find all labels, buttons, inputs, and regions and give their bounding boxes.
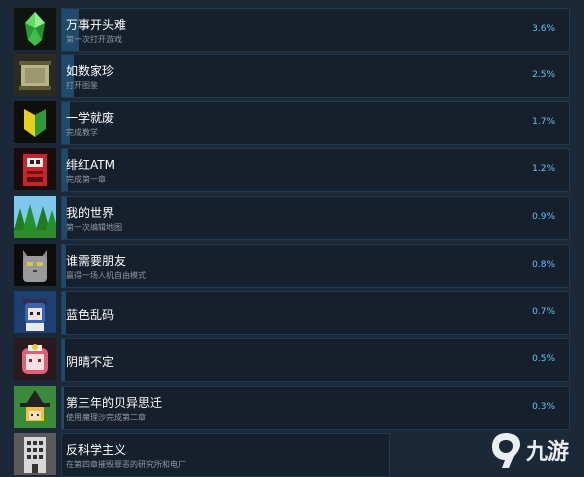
achievement-description: 使用魔理沙完成第二章	[66, 413, 146, 422]
achievement-row[interactable]: 绯红ATM 完成第一章 1.2%	[14, 148, 570, 192]
progress-bar: 谁需要朋友 赢得一场人机自由模式 0.8%	[61, 244, 570, 288]
achievement-name: 我的世界	[66, 206, 115, 220]
progress-bar: 反科学主义 在第四章摧毁罪恶的研究所和电厂	[61, 433, 390, 477]
achievement-row[interactable]: 万事开头难 第一次打开游戏 3.6%	[14, 8, 570, 52]
achievement-name: 阴晴不定	[66, 355, 115, 369]
red-atm-icon	[14, 148, 56, 190]
achievement-description: 第一次打开游戏	[66, 35, 122, 44]
unlock-percentage: 3.6%	[532, 24, 555, 34]
achievement-description: 第一次编辑地图	[66, 223, 122, 232]
achievement-row[interactable]: 我的世界 第一次编辑地图 0.9%	[14, 196, 570, 240]
unlock-percentage: 0.7%	[532, 307, 555, 317]
achievement-description: 完成第一章	[66, 175, 106, 184]
progress-bar: 一学就废 完成教学 1.7%	[61, 101, 570, 145]
achievement-row[interactable]: 如数家珍 打开图鉴 2.5%	[14, 54, 570, 98]
beginner-badge-icon	[14, 101, 56, 143]
jiuyou-logo-icon	[492, 433, 520, 468]
achievement-name: 一学就废	[66, 111, 115, 125]
progress-fill	[62, 339, 65, 381]
progress-fill	[62, 387, 64, 429]
witch-hat-icon	[14, 386, 56, 428]
achievement-row[interactable]: 蓝色乱码 0.7%	[14, 291, 570, 335]
achievement-description: 赢得一场人机自由模式	[66, 271, 146, 280]
unlock-percentage: 0.5%	[532, 354, 555, 364]
site-watermark: 九游	[488, 428, 580, 472]
achievement-row[interactable]: 反科学主义 在第四章摧毁罪恶的研究所和电厂	[14, 433, 570, 477]
progress-bar: 蓝色乱码 0.7%	[61, 291, 570, 335]
achievement-name: 绯红ATM	[66, 158, 115, 172]
achievement-name: 万事开头难	[66, 18, 127, 32]
achievement-name: 谁需要朋友	[66, 254, 127, 268]
watermark-text: 九游	[526, 440, 569, 465]
progress-bar: 如数家珍 打开图鉴 2.5%	[61, 54, 570, 98]
achievement-row[interactable]: 第三年的贝异思迁 使用魔理沙完成第二章 0.3%	[14, 386, 570, 430]
achievement-row[interactable]: 一学就废 完成教学 1.7%	[14, 101, 570, 145]
achievement-description: 在第四章摧毁罪恶的研究所和电厂	[66, 460, 186, 469]
achievement-row[interactable]: 阴晴不定 0.5%	[14, 338, 570, 382]
unlock-percentage: 0.9%	[532, 212, 555, 222]
blue-maid-icon	[14, 291, 56, 333]
achievement-name: 第三年的贝异思迁	[66, 396, 163, 410]
progress-bar: 第三年的贝异思迁 使用魔理沙完成第二章 0.3%	[61, 386, 570, 430]
gray-cat-icon	[14, 244, 56, 286]
achievement-row[interactable]: 谁需要朋友 赢得一场人机自由模式 0.8%	[14, 244, 570, 288]
green-gem-icon	[14, 8, 56, 50]
progress-bar: 万事开头难 第一次打开游戏 3.6%	[61, 8, 570, 52]
achievement-description: 完成教学	[66, 128, 98, 137]
progress-bar: 阴晴不定 0.5%	[61, 338, 570, 382]
progress-bar: 我的世界 第一次编辑地图 0.9%	[61, 196, 570, 240]
scroll-icon	[14, 54, 56, 96]
building-icon	[14, 433, 56, 475]
unlock-percentage: 1.2%	[532, 164, 555, 174]
unlock-percentage: 0.8%	[532, 260, 555, 270]
unlock-percentage: 2.5%	[532, 70, 555, 80]
achievement-name: 如数家珍	[66, 64, 115, 78]
pink-girl-icon	[14, 338, 56, 380]
unlock-percentage: 0.3%	[532, 402, 555, 412]
unlock-percentage: 1.7%	[532, 117, 555, 127]
forest-icon	[14, 196, 56, 238]
achievement-description: 打开图鉴	[66, 81, 98, 90]
achievement-name: 反科学主义	[66, 443, 127, 457]
achievement-name: 蓝色乱码	[66, 308, 115, 322]
progress-bar: 绯红ATM 完成第一章 1.2%	[61, 148, 570, 192]
